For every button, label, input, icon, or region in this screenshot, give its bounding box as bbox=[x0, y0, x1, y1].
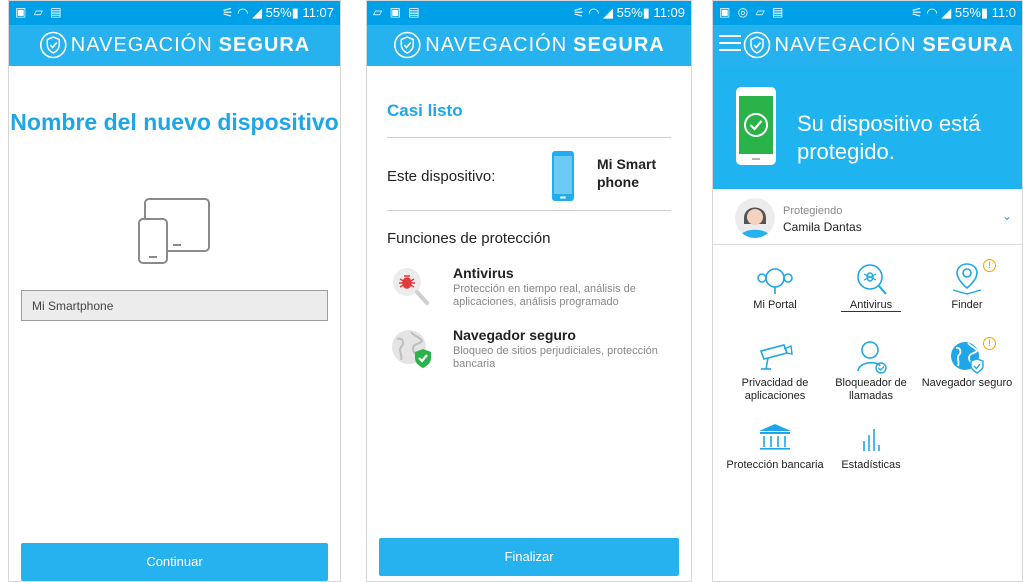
tile-bank-protection[interactable]: Protección bancaria bbox=[725, 421, 825, 472]
page-title: Casi listo bbox=[387, 101, 463, 120]
tile-app-privacy[interactable]: Privacidad de aplicaciones bbox=[725, 339, 825, 403]
protection-status-text: Su dispositivo está protegido. bbox=[797, 111, 981, 164]
virus-search-icon bbox=[393, 268, 429, 305]
hamburger-menu-icon[interactable] bbox=[719, 35, 741, 53]
status-info: ⚟ ◠ ◢ 55%▮ 11:0 bbox=[911, 5, 1016, 20]
shield-check-icon bbox=[393, 31, 421, 59]
portal-icon bbox=[757, 268, 793, 294]
feature-title: Antivirus bbox=[453, 265, 514, 281]
status-bar: ▣ ▱ ▤ ⚟ ◠ ◢ 55%▮ 11:07 bbox=[9, 1, 340, 25]
avatar bbox=[735, 198, 775, 238]
divider bbox=[387, 210, 671, 211]
smartphone-icon bbox=[552, 151, 574, 201]
status-info: ⚟ ◠ ◢ 55%▮ 11:07 bbox=[221, 5, 334, 20]
app-bar: NAVEGACIÓN SEGURA bbox=[713, 25, 1022, 66]
profile-name: Camila Dantas bbox=[783, 220, 862, 234]
device-name-input[interactable] bbox=[21, 290, 328, 321]
tile-label: Navegador seguro bbox=[921, 377, 1013, 389]
notification-icons: ▣ ▱ ▤ bbox=[15, 5, 64, 19]
chevron-down-icon[interactable]: ⌄ bbox=[1002, 209, 1012, 223]
globe-shield-icon bbox=[392, 330, 431, 368]
brand-text-light: NAVEGACIÓN bbox=[774, 33, 917, 56]
profile-label: Protegiendo bbox=[783, 205, 843, 217]
brand-logo: NAVEGACIÓN SEGURA bbox=[743, 31, 1014, 59]
functions-title: Funciones de protección bbox=[387, 230, 551, 247]
privacy-camera-icon bbox=[759, 344, 793, 370]
feature-description: Bloqueo de sitios perjudiciales, protecc… bbox=[453, 345, 658, 370]
tile-statistics[interactable]: Estadísticas bbox=[821, 421, 921, 472]
warning-badge-icon: ! bbox=[983, 259, 996, 272]
tile-label: Bloqueador de llamadas bbox=[835, 377, 907, 402]
antivirus-icon bbox=[857, 264, 887, 295]
screen-dashboard: ▣ ◎ ▱ ▤ ⚟ ◠ ◢ 55%▮ 11:0 NAVEGACIÓN SEGUR… bbox=[712, 0, 1023, 582]
bank-icon bbox=[759, 424, 791, 450]
protected-phone-icon bbox=[736, 87, 776, 165]
shield-check-icon bbox=[39, 31, 67, 59]
status-info: ⚟ ◠ ◢ 55%▮ 11:09 bbox=[572, 5, 685, 20]
tile-finder[interactable]: Finder ! bbox=[917, 259, 1017, 312]
app-bar: NAVEGACIÓN SEGURA bbox=[9, 25, 340, 66]
tile-my-portal[interactable]: Mi Portal bbox=[725, 261, 825, 312]
finish-button[interactable]: Finalizar bbox=[379, 538, 679, 576]
tablet-phone-icon bbox=[138, 198, 210, 264]
status-bar: ▱ ▣ ▤ ⚟ ◠ ◢ 55%▮ 11:09 bbox=[367, 1, 691, 25]
tile-call-blocker[interactable]: Bloqueador de llamadas bbox=[821, 339, 921, 403]
continue-button[interactable]: Continuar bbox=[21, 543, 328, 581]
brand-text-light: NAVEGACIÓN bbox=[425, 33, 568, 56]
statistics-icon bbox=[863, 429, 880, 451]
screen-device-name: ▣ ▱ ▤ ⚟ ◠ ◢ 55%▮ 11:07 NAVEGACIÓN SEGURA… bbox=[8, 0, 341, 582]
brand-logo: NAVEGACIÓN SEGURA bbox=[393, 31, 664, 59]
divider bbox=[387, 137, 671, 138]
tile-label: Protección bancaria bbox=[726, 459, 824, 471]
page-title: Nombre del nuevo dispositivo bbox=[10, 109, 339, 135]
device-name: Mi Smart phone bbox=[597, 156, 657, 190]
brand-text-bold: SEGURA bbox=[922, 33, 1014, 56]
brand-logo: NAVEGACIÓN SEGURA bbox=[39, 31, 310, 59]
app-bar: NAVEGACIÓN SEGURA bbox=[367, 25, 691, 66]
active-tile-underline bbox=[841, 311, 901, 312]
status-bar: ▣ ◎ ▱ ▤ ⚟ ◠ ◢ 55%▮ 11:0 bbox=[713, 1, 1022, 25]
tile-safe-browser[interactable]: Navegador seguro ! bbox=[917, 337, 1017, 390]
tile-label: Estadísticas bbox=[841, 459, 901, 471]
feature-title: Navegador seguro bbox=[453, 327, 576, 343]
brand-text-light: NAVEGACIÓN bbox=[70, 33, 213, 56]
shield-check-icon bbox=[743, 31, 770, 59]
feature-description: Protección en tiempo real, análisis de a… bbox=[453, 283, 636, 308]
brand-text-bold: SEGURA bbox=[573, 33, 665, 56]
notification-icons: ▱ ▣ ▤ bbox=[373, 5, 422, 19]
tile-label: Mi Portal bbox=[753, 299, 797, 311]
protected-profile[interactable]: Protegiendo Camila Dantas ⌄ bbox=[713, 189, 1022, 245]
tile-label: Privacidad de aplicaciones bbox=[741, 377, 809, 402]
warning-badge-icon: ! bbox=[983, 337, 996, 350]
device-label: Este dispositivo: bbox=[387, 168, 496, 185]
browser-globe-icon bbox=[951, 342, 984, 374]
screen-almost-ready: ▱ ▣ ▤ ⚟ ◠ ◢ 55%▮ 11:09 NAVEGACIÓN SEGURA… bbox=[366, 0, 692, 582]
tile-label: Finder bbox=[951, 299, 983, 311]
notification-icons: ▣ ◎ ▱ ▤ bbox=[719, 5, 786, 19]
call-blocker-icon bbox=[857, 341, 887, 374]
brand-text-bold: SEGURA bbox=[218, 33, 311, 56]
tile-antivirus[interactable]: Antivirus bbox=[821, 261, 921, 312]
finder-icon bbox=[952, 263, 982, 295]
protection-status-banner: Su dispositivo está protegido. bbox=[713, 66, 1022, 189]
